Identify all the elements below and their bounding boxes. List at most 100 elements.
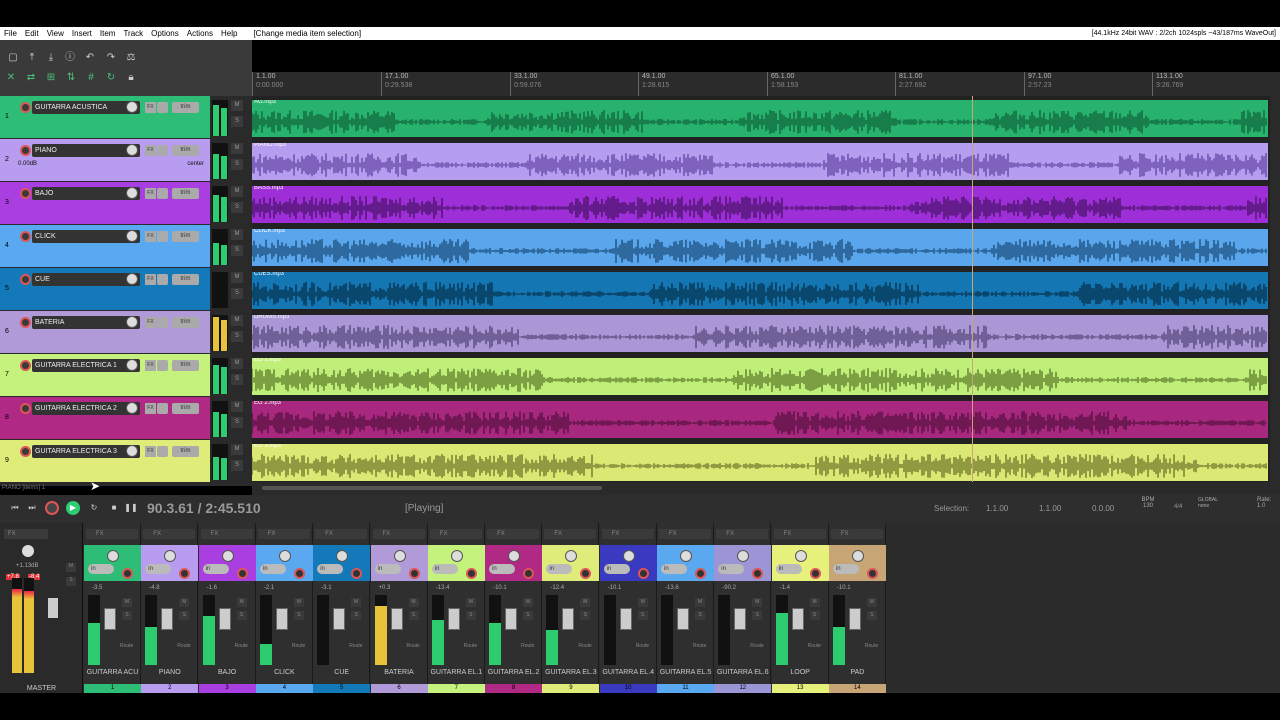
fx-button[interactable]: FX [145,102,156,113]
play-button[interactable]: ▶ [66,501,80,515]
power-icon[interactable] [157,446,168,457]
volume-fader[interactable] [505,608,518,630]
volume-knob[interactable] [126,402,138,414]
route-button[interactable]: Route [578,643,591,649]
route-button[interactable]: Route [808,643,821,649]
pan-knob[interactable] [336,550,349,562]
volume-knob[interactable] [126,230,138,242]
power-icon[interactable] [157,188,168,199]
strip-mute-button[interactable]: M [465,598,476,607]
strip-solo-button[interactable]: S [408,611,419,620]
record-arm-button[interactable] [20,188,31,199]
strip-name[interactable]: GUITARRA EL.5 [657,669,714,676]
track-name[interactable]: BAJO [32,187,140,200]
auto-crossfade-icon[interactable]: ⇅ [64,71,78,85]
route-button[interactable]: Route [865,643,878,649]
master-mute-button[interactable]: M [66,563,76,572]
track-header[interactable]: 1 GUITARRA ACUSTICA FX trim M S [0,96,252,139]
route-button[interactable]: Route [120,643,133,649]
strip-record-arm[interactable] [408,568,420,579]
volume-fader[interactable] [275,608,288,630]
media-item[interactable]: PIANO.mp3 [252,143,1268,180]
strip-fx-button[interactable]: FX [429,529,482,539]
input-button[interactable]: in [832,564,859,574]
menu-actions[interactable]: Actions [183,29,217,38]
strip-mute-button[interactable]: M [523,598,534,607]
solo-button[interactable]: S [231,245,243,256]
track-panel[interactable]: CUE FX trim [14,268,210,310]
media-item[interactable]: EG 1.mp3 [252,358,1268,395]
strip-record-arm[interactable] [637,568,649,579]
undo-icon[interactable]: ↶ [83,51,97,65]
input-button[interactable]: in [317,564,344,574]
media-item[interactable]: CUES.mp3 [252,272,1268,309]
pan-knob[interactable] [622,550,635,562]
pan-knob[interactable] [851,550,864,562]
route-button[interactable]: Route [292,643,305,649]
track-panel[interactable]: GUITARRA ELECTRICA 3 FX trim [14,440,210,482]
fx-button[interactable]: FX [145,446,156,457]
volume-fader[interactable] [562,608,575,630]
route-button[interactable]: Route [636,643,649,649]
volume-knob[interactable] [126,359,138,371]
solo-button[interactable]: S [231,116,243,127]
strip-solo-button[interactable]: S [809,611,820,620]
mute-button[interactable]: M [231,272,243,283]
fx-button[interactable]: FX [145,360,156,371]
track-name[interactable]: GUITARRA ELECTRICA 3 [32,445,140,458]
track-header[interactable]: 2 PIANO FX trim 0.00dB center M S [0,139,252,182]
strip-solo-button[interactable]: S [752,611,763,620]
track-panel[interactable]: GUITARRA ELECTRICA 1 FX trim [14,354,210,396]
grid-snap-icon[interactable]: ✕ [4,71,18,85]
track-header[interactable]: 7 GUITARRA ELECTRICA 1 FX trim M S [0,354,252,397]
track-name[interactable]: PIANO [32,144,140,157]
media-item[interactable]: EG 2.mp3 [252,401,1268,438]
strip-mute-button[interactable]: M [866,598,877,607]
strip-record-arm[interactable] [465,568,477,579]
strip-mute-button[interactable]: M [580,598,591,607]
track-name[interactable]: GUITARRA ACUSTICA [32,101,140,114]
strip-name[interactable]: GUITARRA EL.4 [600,669,657,676]
record-arm-button[interactable] [20,446,31,457]
strip-record-arm[interactable] [122,568,133,579]
strip-fx-button[interactable]: FX [716,529,769,539]
strip-name[interactable]: GUITARRA ACU [84,669,141,676]
bpm-box[interactable]: BPM 130 [1138,497,1158,509]
strip-record-arm[interactable] [236,568,248,579]
solo-button[interactable]: S [231,202,243,213]
stop-button[interactable]: ■ [107,501,121,515]
volume-fader[interactable] [734,608,747,630]
track-name[interactable]: BATERIA [32,316,140,329]
menu-help[interactable]: Help [217,29,241,38]
track-header[interactable]: 9 GUITARRA ELECTRICA 3 FX trim M S [0,440,252,483]
record-arm-button[interactable] [20,360,31,371]
pan-knob[interactable] [508,550,521,562]
strip-mute-button[interactable]: M [122,598,132,607]
strip-name[interactable]: LOOP [772,669,829,676]
fx-button[interactable]: FX [145,231,156,242]
strip-name[interactable]: GUITARRA EL.2 [485,669,542,676]
route-button[interactable]: Route [349,643,362,649]
menu-insert[interactable]: Insert [68,29,96,38]
go-to-end-icon[interactable]: ⏭ [25,501,39,515]
strip-record-arm[interactable] [351,568,363,579]
strip-record-arm[interactable] [179,568,191,579]
track-header[interactable]: 3 BAJO FX trim M S [0,182,252,225]
strip-fx-button[interactable]: FX [544,529,597,539]
input-button[interactable]: in [88,564,114,574]
strip-record-arm[interactable] [293,568,305,579]
strip-name[interactable]: BAJO [199,669,256,676]
strip-fx-button[interactable]: FX [86,529,138,539]
route-button[interactable]: Route [464,643,477,649]
strip-mute-button[interactable]: M [695,598,705,607]
volume-knob[interactable] [126,445,138,457]
media-item[interactable]: AG.mp3 [252,100,1268,137]
track-lane[interactable]: CLICK.mp3 [252,225,1270,268]
record-arm-button[interactable] [20,274,31,285]
pan-knob[interactable] [221,550,234,562]
grid-icon[interactable]: # [84,71,98,85]
power-icon[interactable] [157,403,168,414]
pan-knob[interactable] [450,550,463,562]
solo-button[interactable]: S [231,460,243,471]
automation-trim-button[interactable]: trim [172,403,199,414]
